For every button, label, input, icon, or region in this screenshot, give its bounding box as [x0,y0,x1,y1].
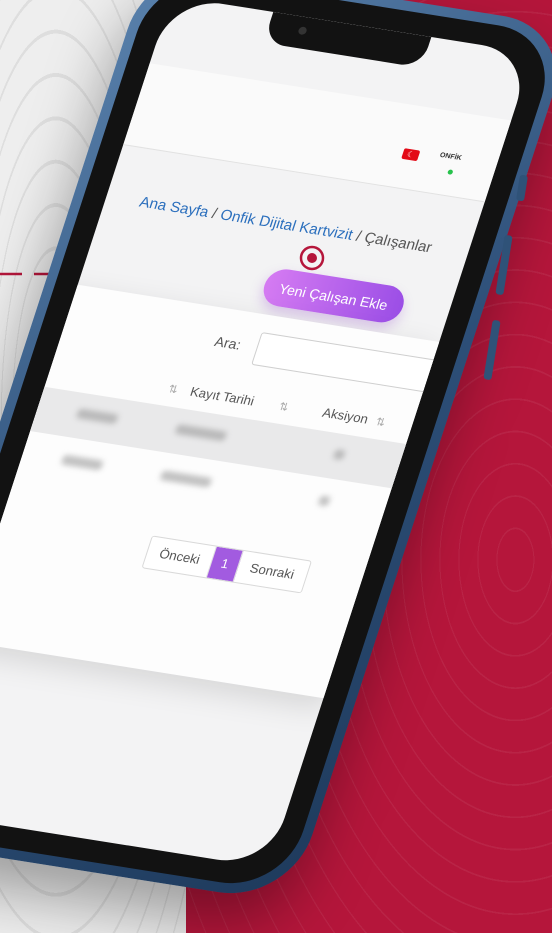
redacted-cell [174,424,228,442]
brand-logo[interactable]: ONFİK [439,152,463,162]
online-status-dot [447,169,454,175]
phone-mockup: ☾ ONFİK Ana Sayfa / Onfik Dijital Kartvi… [0,0,552,933]
phone-notch [263,11,432,68]
turkey-flag-icon[interactable]: ☾ [401,148,421,162]
column-header-registration-date[interactable]: Kayıt Tarihi [188,384,256,408]
pagination: Önceki 1 Sonraki [141,535,312,594]
employee-table-card: Ara: ⇅ Kayıt Tarihi ⇅ Aksiyon ⇅ Önceki 1… [0,279,460,699]
action-icon[interactable] [317,495,331,507]
breadcrumb: Ana Sayfa / Onfik Dijital Kartvizit / Ça… [137,194,434,257]
search-label: Ara: [212,333,244,353]
redacted-cell [60,454,104,471]
action-icon[interactable] [332,449,346,461]
redacted-cell [159,470,213,488]
phone-screen: ☾ ONFİK Ana Sayfa / Onfik Dijital Kartvi… [0,0,534,868]
sort-icon[interactable]: ⇅ [374,413,388,429]
sort-icon[interactable]: ⇅ [167,380,181,396]
breadcrumb-section-link[interactable]: Onfik Dijital Kartvizit [218,207,355,244]
column-header-action[interactable]: Aksiyon [321,405,371,427]
redacted-cell [75,408,119,425]
search-input[interactable] [251,332,460,397]
camera-icon [297,26,308,36]
target-marker-icon [299,245,325,271]
phone-bezel: ☾ ONFİK Ana Sayfa / Onfik Dijital Kartvi… [0,0,552,893]
sort-icon[interactable]: ⇅ [277,398,291,414]
breadcrumb-current: Çalışanlar [362,229,435,257]
phone-frame: ☾ ONFİK Ana Sayfa / Onfik Dijital Kartvi… [0,0,552,904]
app-header: ☾ ONFİK [123,63,512,203]
pagination-prev-button[interactable]: Önceki [142,536,218,578]
pagination-next-button[interactable]: Sonraki [233,551,310,592]
breadcrumb-home-link[interactable]: Ana Sayfa [137,194,211,221]
